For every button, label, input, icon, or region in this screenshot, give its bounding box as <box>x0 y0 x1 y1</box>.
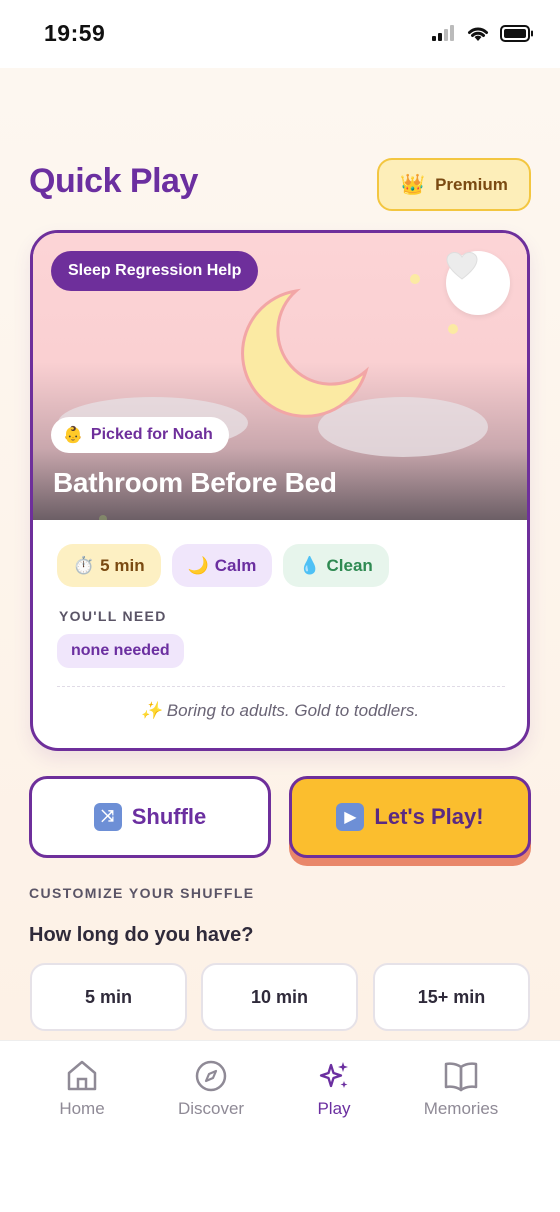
bottom-nav: Home Discover Play Memories <box>0 1040 560 1212</box>
heart-icon <box>446 251 478 280</box>
nav-item-memories[interactable]: Memories <box>401 1059 521 1119</box>
status-icons <box>432 24 534 42</box>
picked-for-badge: 👶 Picked for Noah <box>51 417 229 453</box>
needs-value: none needed <box>57 634 184 668</box>
nav-label-memories: Memories <box>423 1099 499 1118</box>
status-time: 19:59 <box>44 20 106 46</box>
signal-icon <box>432 25 454 41</box>
activity-tagline: ✨ Boring to adults. Gold to toddlers. <box>33 701 527 721</box>
nav-label-play: Play <box>317 1099 351 1118</box>
favorite-button[interactable] <box>446 251 510 315</box>
tagline-text: Boring to adults. Gold to toddlers. <box>166 701 420 720</box>
nav-label-discover: Discover <box>177 1099 245 1118</box>
play-icon: ▶ <box>336 803 365 831</box>
page-title: Quick Play <box>29 162 198 200</box>
customize-heading: CUSTOMIZE YOUR SHUFFLE <box>29 885 255 901</box>
premium-button[interactable]: 👑 Premium <box>377 158 531 211</box>
mood-chip: 🌙 Calm <box>171 544 273 587</box>
crown-icon: 👑 <box>400 174 426 196</box>
nav-item-discover[interactable]: Discover <box>151 1059 271 1119</box>
battery-icon <box>500 24 533 42</box>
mood-label: Calm <box>214 555 257 575</box>
activity-title: Bathroom Before Bed <box>53 467 337 498</box>
premium-label: Premium <box>435 174 508 194</box>
baby-icon: 👶 <box>63 427 83 444</box>
activity-card[interactable]: Sleep Regression Help 👶 Picked for Noah … <box>30 230 530 751</box>
wifi-icon <box>468 27 488 41</box>
card-divider <box>57 686 505 687</box>
sparkles-icon <box>319 1062 348 1088</box>
duration-option-15[interactable]: 15+ min <box>373 963 530 1031</box>
duration-option-10[interactable]: 10 min <box>201 963 358 1031</box>
play-label: Let's Play! <box>374 804 484 829</box>
duration-question: How long do you have? <box>29 924 254 946</box>
card-hero: Sleep Regression Help 👶 Picked for Noah … <box>33 233 527 520</box>
status-bar: 19:59 <box>0 0 560 68</box>
nav-label-home: Home <box>59 1099 105 1118</box>
duration-option-5[interactable]: 5 min <box>30 963 187 1031</box>
home-icon <box>67 1060 97 1091</box>
book-icon <box>444 1062 478 1092</box>
category-tag: Sleep Regression Help <box>51 251 259 291</box>
droplet-icon: 💧 <box>299 555 321 575</box>
compass-icon <box>195 1060 227 1092</box>
duration-label: 5 min <box>100 555 145 575</box>
shuffle-label: Shuffle <box>131 804 207 829</box>
activity-chips: ⏱️ 5 min 🌙 Calm 💧 Clean <box>57 544 389 587</box>
duration-chip: ⏱️ 5 min <box>57 544 161 587</box>
mess-chip: 💧 Clean <box>283 544 389 587</box>
sparkle-icon: ✨ <box>140 701 163 720</box>
moon-icon: 🌙 <box>187 555 209 575</box>
shuffle-button[interactable]: ⤨ Shuffle <box>29 776 271 858</box>
timer-icon: ⏱️ <box>73 555 95 575</box>
needs-heading: YOU'LL NEED <box>59 608 167 624</box>
picked-for-label: Picked for Noah <box>90 426 213 443</box>
nav-item-play[interactable]: Play <box>274 1059 394 1119</box>
mess-label: Clean <box>326 555 373 575</box>
play-button[interactable]: ▶ Let's Play! <box>289 776 531 858</box>
nav-item-home[interactable]: Home <box>22 1059 142 1119</box>
shuffle-icon: ⤨ <box>93 803 122 831</box>
